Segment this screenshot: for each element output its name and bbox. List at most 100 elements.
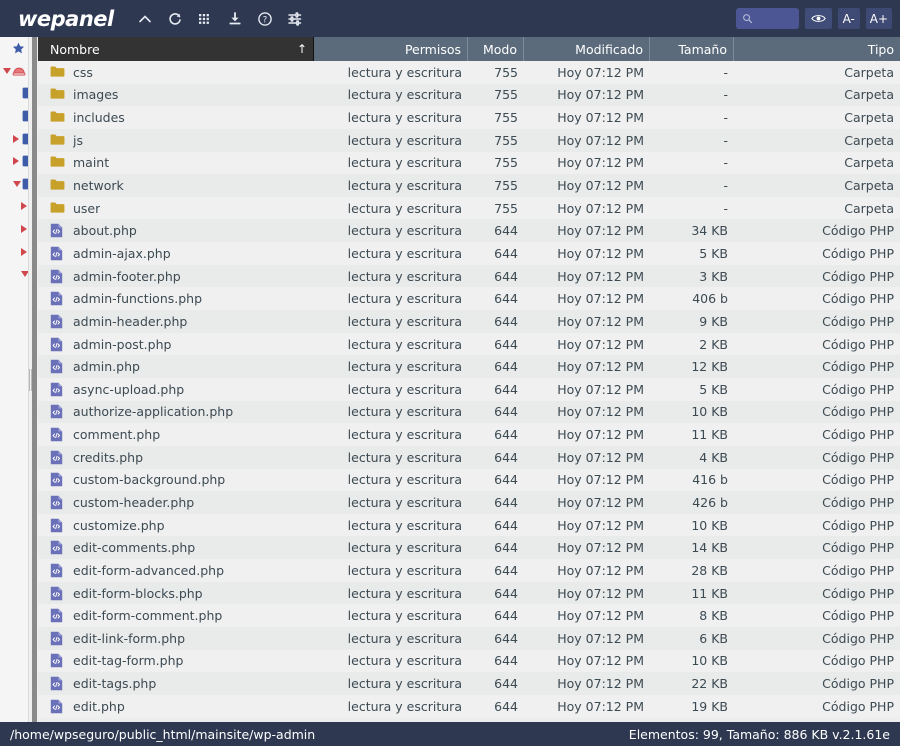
collapse-icon[interactable] [130, 4, 160, 34]
refresh-icon[interactable] [160, 4, 190, 34]
cell-type: Código PHP [822, 562, 894, 578]
php-file-icon [50, 382, 65, 397]
main-content: Nombre ↑ Permisos Modo Modificado Tamaño Tipo … [0, 37, 900, 722]
php-file-icon [50, 472, 65, 487]
download-icon[interactable] [220, 4, 250, 34]
tree-expander-collapsed[interactable] [21, 247, 27, 256]
php-file-icon [50, 676, 65, 691]
table-row[interactable]: includes lectura y escritura 755 Hoy 07:12 … [38, 106, 900, 129]
table-row[interactable]: edit-link-form.php lectura y escritura 644… [38, 627, 900, 650]
column-header-perms[interactable]: Permisos [314, 37, 468, 61]
file-name-label: edit-link-form.php [73, 630, 186, 646]
font-increase-button[interactable]: A+ [865, 8, 892, 29]
table-row[interactable]: images lectura y escritura 755 Hoy 07:12 PM… [38, 83, 900, 107]
table-row[interactable]: edit-form-advanced.php lectura y escritur… [38, 559, 900, 582]
tree-expander-collapsed[interactable] [13, 134, 19, 143]
cell-perms: lectura y escritura [347, 200, 462, 216]
cell-perms: lectura y escritura [347, 517, 462, 533]
column-header-label: Tamaño [678, 41, 727, 57]
table-row[interactable]: customize.php lectura y escritura 644 Hoy 0… [38, 513, 900, 537]
table-row[interactable]: edit-comments.php lectura y escritura 644 H… [38, 536, 900, 560]
directory-tree-sidebar[interactable] [0, 37, 38, 722]
font-decrease-button[interactable]: A- [837, 8, 860, 29]
table-row[interactable]: user lectura y escritura 755 Hoy 07:12 PM - C… [38, 196, 900, 220]
column-header-label: Permisos [404, 41, 461, 57]
table-row[interactable]: admin.php lectura y escritura 644 Hoy 07:12… [38, 355, 900, 378]
table-row[interactable]: comment.php lectura y escritura 644 Hoy 07:… [38, 423, 900, 446]
cell-name: credits.php [38, 450, 314, 465]
table-row[interactable]: async-upload.php lectura y escritura 644 Ho… [38, 377, 900, 401]
tree-expander-expanded[interactable] [13, 180, 21, 187]
cell-type: Código PHP [822, 404, 894, 420]
tree-expander-collapsed[interactable] [21, 225, 27, 234]
table-row[interactable]: admin-post.php lectura y escritura 644 Hoy … [38, 332, 900, 356]
column-header-label: Tipo [867, 41, 894, 57]
table-row[interactable]: custom-background.php lectura y escritura… [38, 468, 900, 492]
favorites-star-icon [12, 42, 25, 55]
column-header-mode[interactable]: Modo [468, 37, 524, 61]
cell-name: custom-background.php [38, 472, 314, 487]
cell-perms: lectura y escritura [347, 313, 462, 329]
cell-type: Código PHP [822, 517, 894, 533]
cell-size: - [723, 200, 728, 216]
table-row[interactable]: edit-form-comment.php lectura y escritura… [38, 604, 900, 628]
grid-icon[interactable] [190, 4, 220, 34]
cell-name: admin-post.php [38, 337, 314, 352]
cell-perms: lectura y escritura [347, 155, 462, 171]
table-row[interactable]: admin-functions.php lectura y escritura 64… [38, 287, 900, 311]
table-row[interactable]: admin-footer.php lectura y escritura 644 Ho… [38, 264, 900, 288]
table-row[interactable]: edit-form-blocks.php lectura y escritura 6… [38, 581, 900, 605]
cell-name: images [38, 87, 314, 102]
tree-expander-collapsed[interactable] [13, 157, 19, 166]
search-input[interactable] [735, 8, 799, 29]
help-icon[interactable]: ? [250, 4, 280, 34]
splitter-bar [32, 37, 37, 722]
table-row[interactable]: edit.php lectura y escritura 644 Hoy 07:12 … [38, 694, 900, 718]
cell-modified: Hoy 07:12 PM [557, 336, 644, 352]
preview-toggle-button[interactable] [804, 8, 832, 29]
settings-icon[interactable] [280, 4, 310, 34]
table-row[interactable]: maint lectura y escritura 755 Hoy 07:12 PM -… [38, 151, 900, 175]
php-file-icon [50, 246, 65, 261]
tree-expander-collapsed[interactable] [21, 202, 27, 211]
cell-modified: Hoy 07:12 PM [557, 608, 644, 624]
file-name-label: maint [73, 155, 110, 171]
cell-modified: Hoy 07:12 PM [557, 381, 644, 397]
table-row[interactable]: admin-header.php lectura y escritura 644 Ho… [38, 310, 900, 333]
cell-name: user [38, 201, 314, 216]
table-row[interactable]: custom-header.php lectura y escritura 644 H… [38, 491, 900, 514]
column-header-modified[interactable]: Modificado [524, 37, 650, 61]
table-row[interactable]: admin-ajax.php lectura y escritura 644 Hoy … [38, 242, 900, 265]
column-header-name[interactable]: Nombre ↑ [38, 37, 314, 61]
table-row[interactable]: edit-tags.php lectura y escritura 644 Hoy 0… [38, 672, 900, 695]
cell-perms: lectura y escritura [347, 585, 462, 601]
table-row[interactable]: edit-tag-form.php lectura y escritura 644 H… [38, 649, 900, 673]
table-row[interactable]: about.php lectura y escritura 644 Hoy 07:12… [38, 219, 900, 243]
php-file-icon [50, 518, 65, 533]
sidebar-splitter[interactable] [28, 37, 38, 722]
cell-name: admin.php [38, 359, 314, 374]
cell-mode: 644 [494, 427, 518, 443]
table-row[interactable]: js lectura y escritura 755 Hoy 07:12 PM - Car… [38, 128, 900, 152]
table-row[interactable]: css lectura y escritura 755 Hoy 07:12 PM - Ca… [38, 61, 900, 84]
cell-perms: lectura y escritura [347, 64, 462, 80]
cell-perms: lectura y escritura [347, 676, 462, 692]
cell-mode: 644 [494, 245, 518, 261]
column-header-size[interactable]: Tamaño [650, 37, 734, 61]
cell-name: css [38, 65, 314, 80]
column-header-label: Modificado [575, 41, 643, 57]
table-row[interactable]: network lectura y escritura 755 Hoy 07:12 P… [38, 174, 900, 197]
column-header-type[interactable]: Tipo [734, 37, 900, 61]
cell-mode: 644 [494, 540, 518, 556]
column-header-label: Nombre [50, 41, 100, 57]
table-row[interactable]: credits.php lectura y escritura 644 Hoy 07:… [38, 445, 900, 469]
cell-mode: 644 [494, 472, 518, 488]
php-file-icon [50, 269, 65, 284]
cell-type: Carpeta [844, 155, 894, 171]
cell-modified: Hoy 07:12 PM [557, 698, 644, 714]
file-name-label: network [73, 178, 124, 194]
cell-name: maint [38, 155, 314, 170]
table-row[interactable]: authorize-application.php lectura y escri… [38, 400, 900, 424]
tree-expander-expanded[interactable] [3, 67, 11, 74]
cell-modified: Hoy 07:12 PM [557, 404, 644, 420]
